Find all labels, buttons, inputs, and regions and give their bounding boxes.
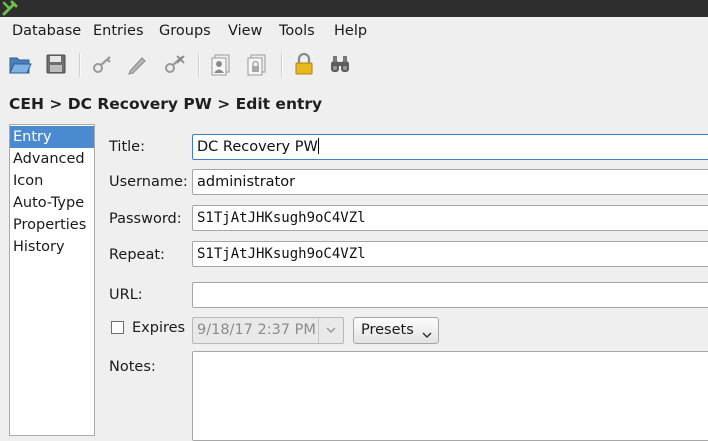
breadcrumb: CEH > DC Recovery PW > Edit entry (9, 95, 323, 113)
copy-password-icon[interactable] (243, 50, 271, 78)
repeat-password-field[interactable]: S1TjAtJHKsugh9oC4VZl (192, 241, 708, 267)
url-field[interactable] (192, 282, 708, 308)
menu-help[interactable]: Help (334, 23, 367, 39)
menu-database[interactable]: Database (12, 23, 81, 39)
password-label: Password: (109, 211, 182, 227)
notes-textarea[interactable] (192, 351, 708, 441)
menu-bar: Database Entries Groups View Tools Help (0, 17, 708, 45)
open-database-icon[interactable] (6, 50, 34, 78)
sidebar-item-icon[interactable]: Icon (10, 170, 94, 192)
menu-entries[interactable]: Entries (93, 23, 144, 39)
chevron-down-icon[interactable] (318, 318, 343, 343)
password-field[interactable]: S1TjAtJHKsugh9oC4VZl (192, 205, 708, 231)
title-value: DC Recovery PW (197, 139, 318, 155)
expires-label: Expires (132, 320, 186, 336)
lock-database-icon[interactable] (290, 50, 318, 78)
toolbar-separator (79, 53, 81, 77)
toolbar (0, 45, 708, 87)
sidebar-item-entry[interactable]: Entry (10, 126, 94, 148)
add-entry-icon[interactable] (88, 50, 116, 78)
title-label: Title: (109, 139, 145, 155)
window-titlebar (0, 0, 708, 17)
menu-groups[interactable]: Groups (159, 23, 211, 39)
password-generator-icon[interactable] (326, 50, 354, 78)
sidebar-item-history[interactable]: History (10, 236, 94, 258)
expires-checkbox[interactable] (111, 321, 124, 334)
sidebar-item-properties[interactable]: Properties (10, 214, 94, 236)
save-database-icon[interactable] (42, 50, 70, 78)
chevron-down-icon (422, 327, 432, 343)
repeat-label: Repeat: (109, 247, 165, 263)
edit-entry-category-list: Entry Advanced Icon Auto-Type Properties… (9, 124, 95, 436)
username-field[interactable]: administrator (192, 169, 708, 195)
toolbar-separator (281, 53, 283, 77)
expiry-date-picker[interactable]: 9/18/17 2:37 PM (192, 317, 344, 344)
presets-label: Presets (361, 322, 414, 338)
keepassx-icon (2, 0, 18, 16)
notes-label: Notes: (109, 359, 156, 375)
presets-button[interactable]: Presets (353, 317, 439, 344)
username-label: Username: (109, 174, 188, 190)
text-caret (317, 138, 319, 154)
delete-entry-icon[interactable] (160, 50, 188, 78)
menu-tools[interactable]: Tools (279, 23, 315, 39)
sidebar-item-auto-type[interactable]: Auto-Type (10, 192, 94, 214)
url-label: URL: (109, 287, 143, 303)
sidebar-item-advanced[interactable]: Advanced (10, 148, 94, 170)
copy-username-icon[interactable] (207, 50, 235, 78)
edit-entry-icon[interactable] (124, 50, 152, 78)
expiry-date-value: 9/18/17 2:37 PM (197, 322, 316, 338)
toolbar-separator (198, 53, 200, 77)
title-field[interactable]: DC Recovery PW (192, 134, 708, 160)
menu-view[interactable]: View (228, 23, 262, 39)
